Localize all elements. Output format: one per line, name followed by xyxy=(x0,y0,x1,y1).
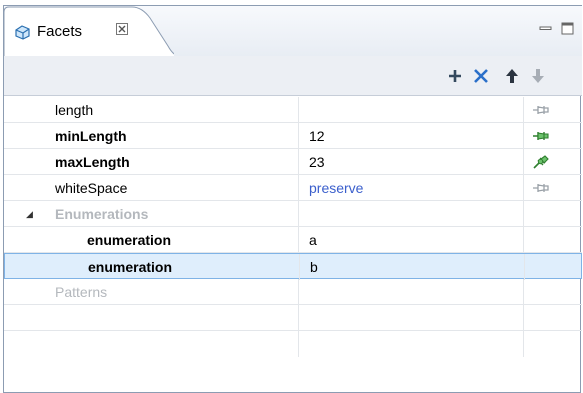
facet-value[interactable]: a xyxy=(298,227,523,253)
remove-button[interactable] xyxy=(471,65,491,87)
facet-name: length xyxy=(55,102,94,118)
pin-gray-icon[interactable] xyxy=(532,103,550,117)
facet-name: enumeration xyxy=(88,259,173,275)
facet-value[interactable] xyxy=(298,97,523,123)
tab-strip: Facets xyxy=(4,5,582,58)
facet-value[interactable]: b xyxy=(299,254,524,280)
collapse-triangle-icon[interactable]: ◢ xyxy=(26,201,33,227)
move-up-button[interactable] xyxy=(502,65,522,87)
pin-green-angled-icon[interactable] xyxy=(532,155,550,169)
toolbar xyxy=(4,56,582,96)
table-row[interactable]: whiteSpace preserve xyxy=(4,175,582,201)
facets-icon xyxy=(15,25,30,40)
facet-value[interactable]: preserve xyxy=(298,175,523,201)
close-icon[interactable] xyxy=(115,22,129,36)
tab-facets[interactable]: Facets xyxy=(4,6,174,58)
facet-name: minLength xyxy=(55,128,127,144)
facet-name: maxLength xyxy=(55,154,130,170)
table-row[interactable]: enumeration a xyxy=(4,227,582,253)
facet-value[interactable]: 12 xyxy=(298,123,523,149)
facet-value[interactable]: 23 xyxy=(298,149,523,175)
facets-view: Facets length minLength 12 maxLength 23 … xyxy=(3,5,582,393)
delete-x-icon xyxy=(474,69,488,83)
table-row-selected[interactable]: enumeration b xyxy=(4,253,582,280)
minimize-icon[interactable] xyxy=(538,21,554,37)
facet-value xyxy=(298,201,523,227)
tab-title: Facets xyxy=(37,23,83,40)
table-row-empty xyxy=(4,305,582,331)
pin-green-icon[interactable] xyxy=(532,129,550,143)
facets-table: length minLength 12 maxLength 23 whiteSp… xyxy=(4,97,582,357)
add-button[interactable] xyxy=(445,65,465,87)
table-row[interactable]: Patterns xyxy=(4,279,582,305)
pin-gray-icon[interactable] xyxy=(532,181,550,195)
facet-name: enumeration xyxy=(87,232,172,248)
group-name: Patterns xyxy=(55,284,108,300)
table-row[interactable]: minLength 12 xyxy=(4,123,582,149)
table-row-empty xyxy=(4,331,582,357)
arrow-down-icon xyxy=(532,69,544,83)
table-row[interactable]: maxLength 23 xyxy=(4,149,582,175)
table-row[interactable]: ◢ Enumerations xyxy=(4,201,582,227)
plus-icon xyxy=(449,70,461,82)
facet-value xyxy=(298,279,523,305)
table-row[interactable]: length xyxy=(4,97,582,123)
maximize-icon[interactable] xyxy=(560,21,576,37)
group-name: Enumerations xyxy=(55,206,149,222)
move-down-button[interactable] xyxy=(528,65,548,87)
arrow-up-icon xyxy=(506,69,518,83)
facet-name: whiteSpace xyxy=(55,180,128,196)
